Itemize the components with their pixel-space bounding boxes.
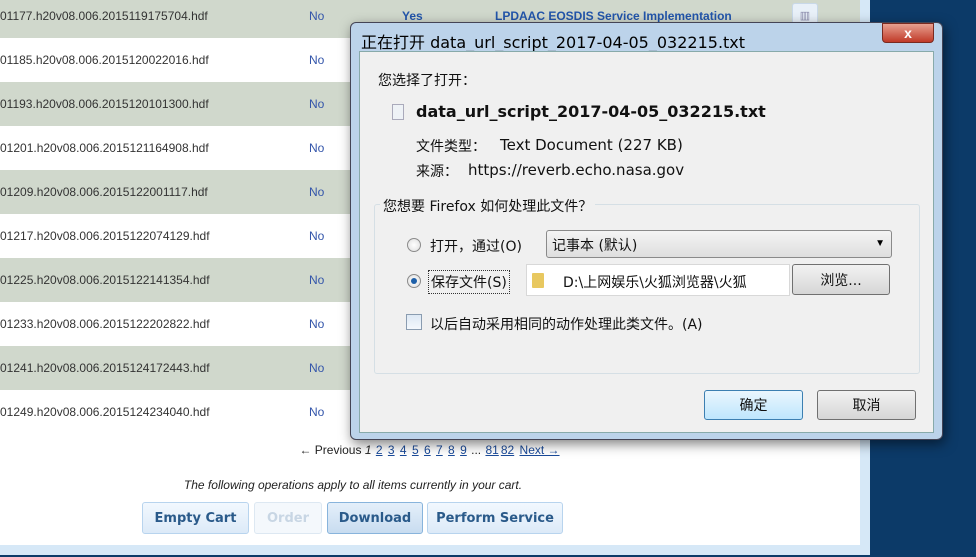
file-icon [392, 104, 404, 120]
flag-cell: Yes [402, 9, 423, 23]
page-link[interactable]: 6 [424, 443, 431, 457]
close-button[interactable]: x [882, 23, 934, 43]
download-button[interactable]: Download [327, 502, 423, 534]
online-cell: No [309, 405, 325, 419]
auto-action-checkbox[interactable] [406, 314, 422, 330]
next-link[interactable]: Next → [520, 443, 560, 457]
service-cell: LPDAAC EOSDIS Service Implementation [495, 9, 732, 23]
type-label: 文件类型： [416, 139, 486, 155]
perform-service-button[interactable]: Perform Service [427, 502, 563, 534]
file-name-cell: 01241.h20v08.006.2015124172443.hdf [0, 361, 210, 375]
file-name-cell: 01193.h20v08.006.2015120101300.hdf [0, 97, 209, 111]
app-select[interactable]: 记事本 (默认) ▼ [546, 230, 892, 258]
pagination: ← Previous 1 2 3 4 5 6 7 8 9 ... 81 82 Ne… [0, 443, 860, 457]
online-cell: No [309, 97, 325, 111]
order-button[interactable]: Order [254, 502, 322, 534]
chosen-label: 您选择了打开： [378, 73, 476, 89]
source-value: https://reverb.echo.nasa.gov [468, 161, 685, 179]
page-footer-strip [0, 545, 870, 557]
ellipsis: ... [471, 443, 482, 457]
question-label: 您想要 Firefox 如何处理此文件？ [380, 196, 596, 216]
auto-action-label: 以后自动采用相同的动作处理此类文件。(A) [430, 317, 703, 333]
prev-label: ← Previous [299, 443, 362, 457]
dropdown-arrow-icon: ▼ [875, 238, 885, 249]
close-icon: x [904, 25, 912, 41]
browse-button[interactable]: 浏览... [792, 264, 890, 295]
page-82[interactable]: 82 [501, 443, 514, 457]
file-name-cell: 01201.h20v08.006.2015121164908.hdf [0, 141, 209, 155]
cancel-button[interactable]: 取消 [817, 390, 916, 420]
page-81[interactable]: 81 [485, 443, 498, 457]
page-link[interactable]: 7 [436, 443, 443, 457]
save-path-value: D:\上网娱乐\火狐浏览器\火狐 [563, 275, 747, 291]
page-link[interactable]: 3 [388, 443, 395, 457]
online-cell: No [309, 185, 325, 199]
page-link[interactable]: 5 [412, 443, 419, 457]
page-link[interactable]: 8 [448, 443, 455, 457]
page-link[interactable]: 4 [400, 443, 407, 457]
save-file-label: 保存文件(S) [428, 270, 510, 294]
online-cell: No [309, 53, 325, 67]
file-name: data_url_script_2017-04-05_032215.txt [416, 102, 766, 121]
online-cell: No [309, 229, 325, 243]
online-cell: No [309, 141, 325, 155]
cart-note: The following operations apply to all it… [183, 478, 523, 492]
current-page: 1 [364, 443, 372, 457]
file-name-cell: 01185.h20v08.006.2015120022016.hdf [0, 53, 209, 67]
online-cell: No [309, 317, 325, 331]
page-link[interactable]: 9 [460, 443, 467, 457]
folder-icon [532, 273, 544, 288]
file-name-cell: 01209.h20v08.006.2015122001117.hdf [0, 185, 208, 199]
file-name-cell: 01177.h20v08.006.2015119175704.hdf [0, 9, 208, 23]
open-with-label: 打开，通过(O) [430, 239, 522, 255]
app-select-value: 记事本 (默认) [552, 238, 638, 254]
open-with-radio[interactable] [407, 238, 421, 252]
file-name-cell: 01217.h20v08.006.2015122074129.hdf [0, 229, 210, 243]
file-name-cell: 01249.h20v08.006.2015124234040.hdf [0, 405, 210, 419]
file-name-cell: 01233.h20v08.006.2015122202822.hdf [0, 317, 210, 331]
dialog-title: 正在打开 data_url_script_2017-04-05_032215.t… [361, 33, 746, 52]
page-link[interactable]: 2 [376, 443, 383, 457]
ok-button[interactable]: 确定 [704, 390, 803, 420]
download-dialog: 正在打开 data_url_script_2017-04-05_032215.t… [350, 22, 943, 440]
online-cell: No [309, 9, 325, 23]
empty-cart-button[interactable]: Empty Cart [142, 502, 249, 534]
save-file-radio[interactable] [407, 274, 421, 288]
source-label: 来源： [416, 164, 458, 180]
dialog-body: 您选择了打开： data_url_script_2017-04-05_03221… [359, 51, 934, 433]
online-cell: No [309, 361, 325, 375]
online-cell: No [309, 273, 325, 287]
file-name-cell: 01225.h20v08.006.2015122141354.hdf [0, 273, 210, 287]
save-path-field: D:\上网娱乐\火狐浏览器\火狐 [526, 264, 790, 296]
type-value: Text Document (227 KB) [500, 136, 683, 154]
